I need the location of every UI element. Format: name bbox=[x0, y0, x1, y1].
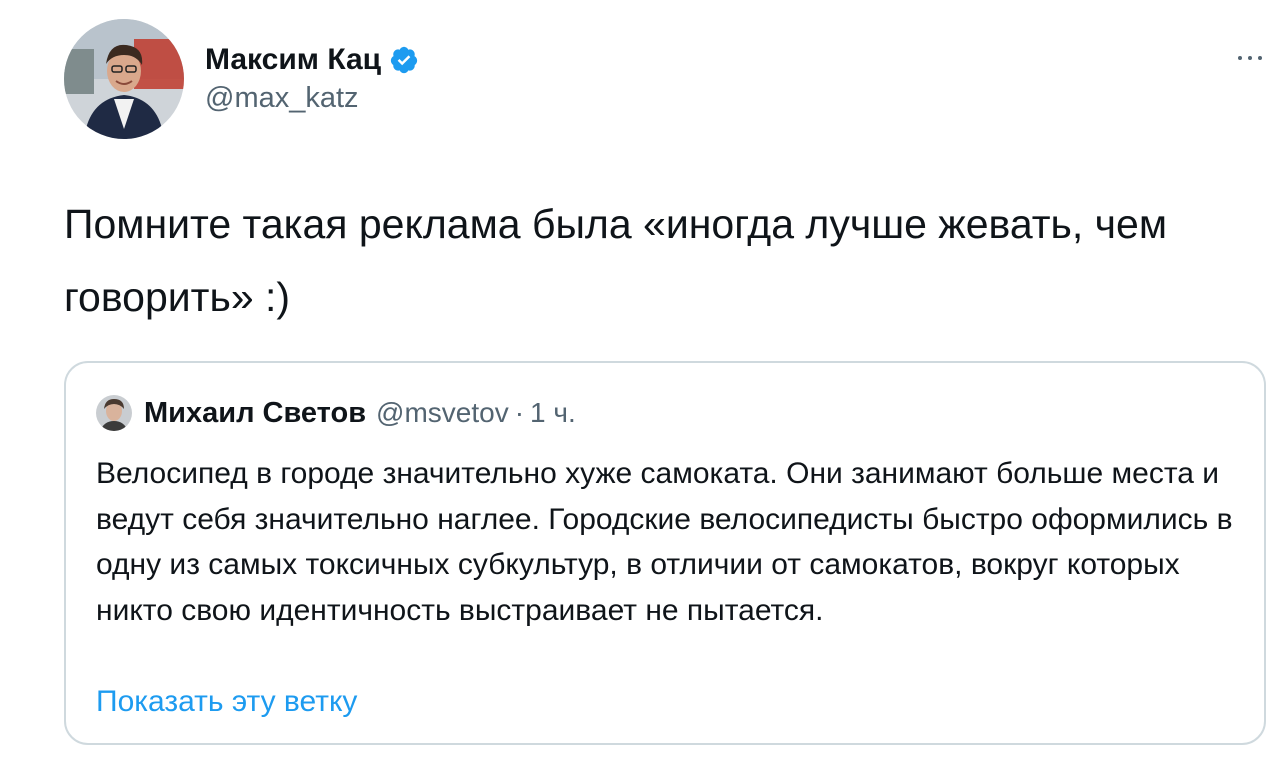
author-avatar[interactable] bbox=[64, 19, 184, 139]
quoted-author-meta: @msvetov · 1 ч. bbox=[376, 397, 576, 429]
tweet-text: Помните такая реклама была «иногда лучше… bbox=[64, 201, 1168, 320]
more-options-button[interactable] bbox=[1232, 48, 1268, 68]
quoted-tweet-header: Михаил Светов @msvetov · 1 ч. bbox=[96, 393, 576, 433]
quoted-tweet-time: 1 ч. bbox=[530, 397, 576, 428]
quoted-tweet-text: Велосипед в городе значительно хуже само… bbox=[96, 457, 1233, 627]
quoted-author-name: Михаил Светов bbox=[144, 396, 367, 429]
meta-separator: · bbox=[514, 397, 525, 428]
quoted-author-handle: @msvetov bbox=[376, 397, 509, 428]
author-name-row: Максим Кац bbox=[205, 40, 419, 80]
verified-badge-icon bbox=[390, 46, 418, 74]
quoted-author-avatar bbox=[96, 395, 132, 431]
author-name[interactable]: Максим Кац bbox=[205, 43, 381, 77]
more-horizontal-icon bbox=[1238, 56, 1262, 60]
author-handle[interactable]: @max_katz bbox=[205, 82, 359, 115]
quoted-author-avatar-image bbox=[96, 395, 132, 431]
show-thread-link[interactable]: Показать эту ветку bbox=[96, 685, 357, 719]
author-avatar-image bbox=[64, 19, 184, 139]
quoted-tweet-card[interactable]: Михаил Светов @msvetov · 1 ч. Велосипед в … bbox=[64, 361, 1266, 745]
